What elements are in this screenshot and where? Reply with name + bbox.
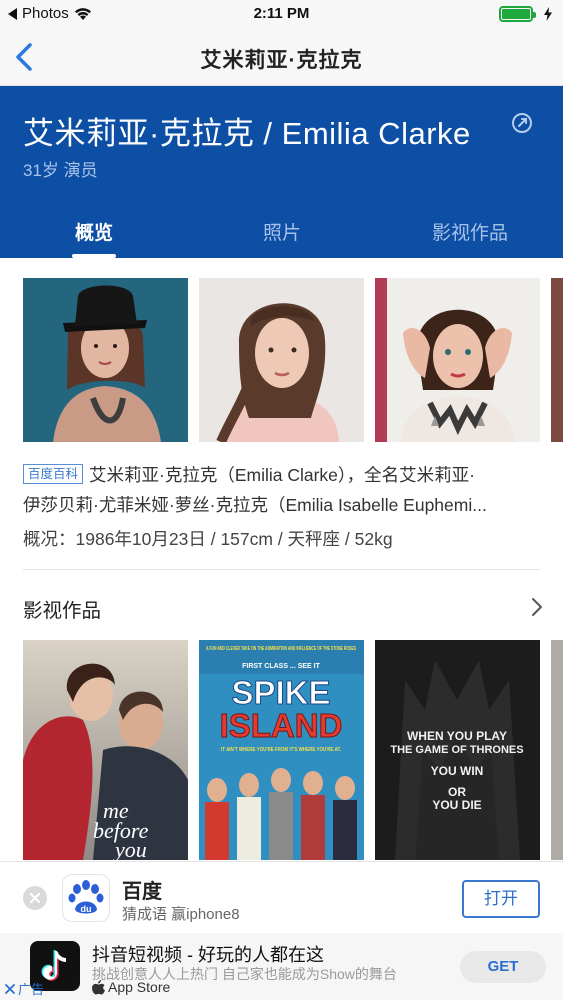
- poster-card[interactable]: A FUN AND CLEVER TAKE ON THE ADMIRATION …: [199, 640, 364, 860]
- baidu-logo: du: [62, 874, 110, 922]
- baidu-logo-text: du: [81, 904, 92, 914]
- poster-3-line-4: OR: [448, 785, 466, 799]
- open-app-button[interactable]: 打开: [462, 880, 540, 918]
- poster-romance-image: me before you: [23, 640, 188, 860]
- tab-photos[interactable]: 照片: [258, 218, 306, 245]
- status-right-icons: [499, 6, 553, 22]
- poster-card-partial[interactable]: [551, 640, 563, 860]
- baike-text-1: 艾米莉亚·克拉克（Emilia Clarke），全名艾米莉亚·: [89, 465, 475, 485]
- tab-works[interactable]: 影视作品: [425, 218, 515, 245]
- navigation-bar: 艾米莉亚·克拉克: [0, 30, 563, 86]
- profile-facts: 概况：1986年10月23日 / 157cm / 天秤座 / 52kg: [23, 529, 393, 549]
- ad-label-text: 广告: [18, 982, 45, 997]
- photo-card[interactable]: [375, 278, 540, 442]
- poster-3-line-3: YOU WIN: [431, 764, 484, 778]
- portrait-braid-image: [199, 278, 364, 442]
- share-icon[interactable]: [511, 112, 533, 134]
- profile-name: 艾米莉亚·克拉克 / Emilia Clarke: [23, 116, 471, 151]
- app-store-label: App Store: [92, 979, 170, 995]
- get-app-button[interactable]: GET: [460, 951, 546, 983]
- page-title: 艾米莉亚·克拉克: [200, 49, 363, 72]
- ad-label[interactable]: 广告: [4, 979, 44, 998]
- app-store-text: App Store: [108, 979, 171, 995]
- baike-line-1: 百度百科 艾米莉亚·克拉克（Emilia Clarke），全名艾米莉亚·: [23, 460, 543, 490]
- battery-icon: [499, 6, 536, 22]
- baike-summary[interactable]: 百度百科 艾米莉亚·克拉克（Emilia Clarke），全名艾米莉亚· 伊莎贝莉…: [23, 460, 543, 520]
- poster-card[interactable]: me before you: [23, 640, 188, 860]
- portrait-necklace-image: [375, 278, 540, 442]
- close-ad-icon: [5, 983, 15, 994]
- poster-2-footer: IT AIN'T WHERE YOU'RE FROM IT'S WHERE YO…: [221, 747, 341, 753]
- poster-partial-image: [551, 640, 563, 860]
- baike-text-2: 伊莎贝莉·尤菲米娅·萝丝·克拉克（Emilia Isabelle Euphemi…: [23, 495, 487, 515]
- baike-source-tag: 百度百科: [23, 464, 84, 484]
- close-icon: [29, 892, 41, 904]
- poster-3-line-2: THE GAME OF THRONES: [390, 744, 523, 756]
- poster-2-title-bottom: ISLAND: [220, 707, 343, 744]
- baidu-ad-name: 百度: [122, 881, 162, 903]
- ad-close-button[interactable]: [23, 886, 47, 910]
- photo-card[interactable]: [199, 278, 364, 442]
- poster-1-line-3: you: [113, 837, 147, 860]
- apple-icon: [92, 979, 105, 994]
- poster-spike-island-image: A FUN AND CLEVER TAKE ON THE ADMIRATION …: [199, 640, 364, 860]
- status-time: 2:11 PM: [253, 5, 310, 22]
- poster-3-line-1: WHEN YOU PLAY: [407, 729, 507, 743]
- photo-card[interactable]: [23, 278, 188, 442]
- profile-header: 艾米莉亚·克拉克 / Emilia Clarke 31岁 演员 概览 照片 影视…: [0, 86, 563, 258]
- poster-2-title-top: SPIKE: [231, 674, 330, 711]
- active-tab-indicator: [72, 254, 116, 258]
- works-section-title[interactable]: 影视作品: [23, 594, 101, 623]
- chevron-right-icon[interactable]: [529, 596, 545, 618]
- poster-2-quote: FIRST CLASS ... SEE IT: [242, 663, 321, 670]
- portrait-partial-image: [551, 278, 563, 442]
- status-bar: Photos 2:11 PM: [0, 0, 563, 30]
- works-poster-strip[interactable]: me before you A FUN AND CLEVER TAKE ON T…: [23, 640, 563, 860]
- photo-card-partial[interactable]: [551, 278, 563, 442]
- charging-bolt-icon: [544, 7, 552, 21]
- baidu-ad-banner[interactable]: du 百度 猜成语 赢iphone8 打开: [0, 861, 563, 933]
- portrait-hat-image: [23, 278, 188, 442]
- douyin-ad-banner[interactable]: 抖音短视频 - 好玩的人都在这 挑战创意人人上热门 自己家也能成为Show的舞台…: [0, 933, 563, 1000]
- tab-bar: 概览 照片 影视作品: [0, 210, 563, 258]
- poster-card[interactable]: WHEN YOU PLAY THE GAME OF THRONES YOU WI…: [375, 640, 540, 860]
- tab-overview[interactable]: 概览: [70, 218, 118, 245]
- poster-game-of-thrones-image: WHEN YOU PLAY THE GAME OF THRONES YOU WI…: [375, 640, 540, 860]
- poster-3-line-5: YOU DIE: [432, 798, 481, 812]
- baidu-paw-icon: du: [68, 880, 104, 914]
- photo-strip[interactable]: [23, 278, 563, 442]
- battery-level: [502, 9, 530, 19]
- profile-subtitle: 31岁 演员: [23, 161, 98, 180]
- baidu-ad-desc: 猜成语 赢iphone8: [122, 906, 240, 923]
- divider: [23, 569, 540, 570]
- poster-2-tagline: A FUN AND CLEVER TAKE ON THE ADMIRATION …: [206, 646, 356, 652]
